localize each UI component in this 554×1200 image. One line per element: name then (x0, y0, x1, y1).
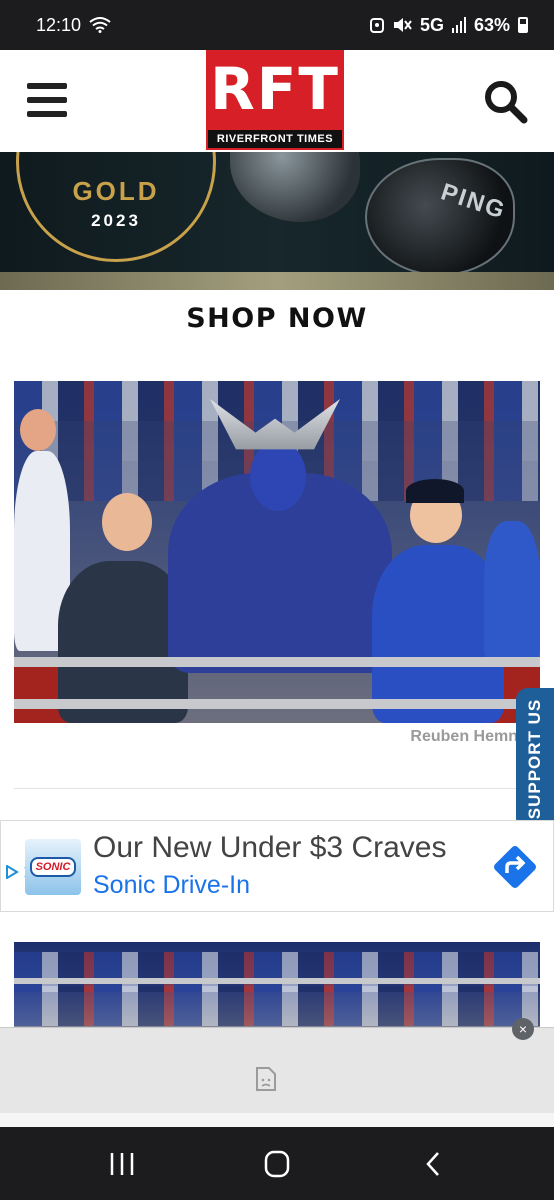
crowd-background (14, 381, 540, 421)
notification-icon (369, 18, 384, 33)
fan-figure (484, 521, 540, 661)
sonic-logo-text: SONIC (29, 857, 77, 877)
system-nav-bar (0, 1127, 554, 1200)
battery-percent: 63% (473, 14, 510, 35)
shop-now-button[interactable]: SHOP NOW (0, 290, 554, 350)
signal-icon (451, 17, 466, 33)
clock: 12:10 (36, 14, 82, 35)
home-icon[interactable] (257, 1147, 297, 1181)
ad-advertiser[interactable]: Sonic Drive-In (93, 871, 250, 900)
status-left: 12:10 (36, 15, 111, 36)
ad-headline[interactable]: Our New Under $3 Craves (93, 831, 446, 865)
railing (14, 657, 540, 667)
ad-footer-strip (0, 1113, 554, 1127)
native-ad[interactable]: SONIC Our New Under $3 Craves Sonic Driv… (0, 820, 554, 912)
fan-face (20, 409, 56, 451)
search-icon[interactable] (482, 78, 528, 124)
sonic-logo: SONIC (25, 839, 81, 895)
back-icon[interactable] (414, 1147, 454, 1181)
fan-face (250, 441, 306, 511)
network-label: 5G (419, 14, 444, 35)
logo-text: RFT (210, 55, 340, 123)
status-right: 5G 63% (369, 14, 528, 36)
article-photo[interactable] (14, 381, 540, 723)
banner-ad[interactable]: GOLD 2023 PING (0, 152, 554, 290)
adchoices-icon[interactable] (5, 864, 19, 880)
support-us-label: SUPPORT US (525, 698, 544, 820)
fan-cap (406, 479, 464, 503)
divider (14, 788, 540, 789)
mute-icon (393, 18, 412, 32)
railing (14, 978, 540, 984)
railing (14, 699, 540, 709)
bottom-anchor-ad[interactable] (0, 1027, 554, 1127)
battery-icon (518, 17, 528, 33)
article-photo-secondary[interactable] (14, 942, 540, 1030)
crowd-background (14, 986, 540, 1026)
golf-club-image (230, 152, 360, 222)
badge-title: GOLD (72, 176, 160, 206)
site-header: RFT RIVERFRONT TIMES (0, 50, 554, 152)
site-logo[interactable]: RFT RIVERFRONT TIMES (206, 50, 344, 150)
badge-year: 2023 (91, 211, 141, 230)
gold-badge: GOLD 2023 (16, 152, 216, 262)
wifi-icon (89, 17, 111, 33)
broken-image-icon (256, 1067, 276, 1091)
banner-strip (0, 272, 554, 290)
support-us-tab[interactable]: SUPPORT US (516, 688, 554, 830)
status-bar: 12:10 5G 63% (0, 0, 554, 50)
menu-icon[interactable] (27, 83, 67, 117)
ad-close-button[interactable]: × (512, 1018, 534, 1040)
photo-credit: Reuben Hemn (410, 728, 518, 745)
fan-face (102, 493, 152, 551)
directions-icon[interactable] (491, 843, 539, 891)
recents-icon[interactable] (102, 1147, 142, 1181)
logo-subtitle: RIVERFRONT TIMES (208, 130, 342, 148)
